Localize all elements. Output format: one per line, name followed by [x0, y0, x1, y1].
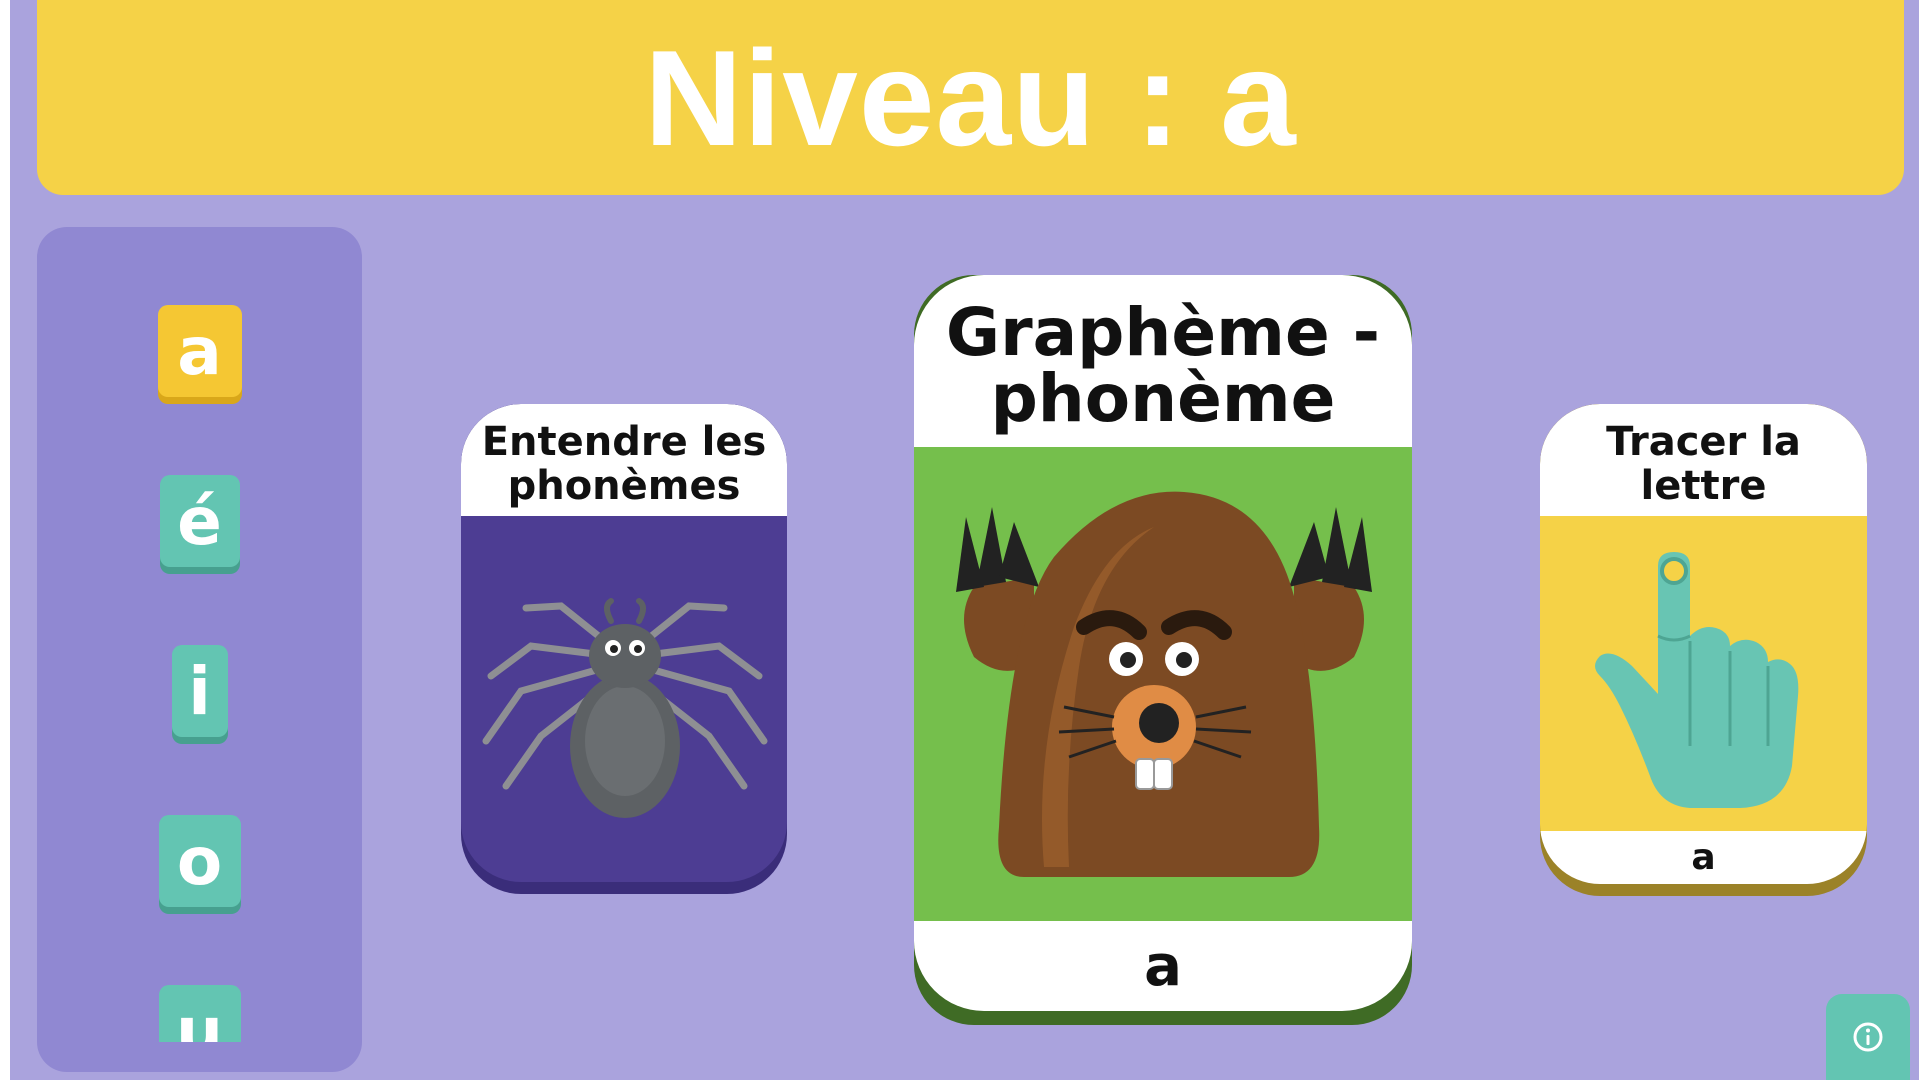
card-title-line1: Tracer la [1606, 419, 1801, 465]
activity-card-trace-letter[interactable]: Tracer la lettre a [1540, 404, 1867, 896]
left-edge-strip [0, 0, 10, 1080]
mole-character-icon [914, 447, 1412, 921]
level-tile-a[interactable]: a [157, 305, 242, 397]
card-title: Graphème - phonème [914, 275, 1412, 447]
info-icon [1853, 1022, 1883, 1052]
activity-card-hear-phonemes[interactable]: Entendre les phonèmes [461, 404, 787, 894]
level-tile-u[interactable]: u [158, 985, 241, 1042]
card-title-line1: Graphème - [945, 294, 1381, 371]
level-list-scroll[interactable]: a é i o u [37, 227, 362, 1042]
card-title: Tracer la lettre [1540, 404, 1867, 516]
card-title-line2: phonème [990, 360, 1336, 437]
spider-icon [461, 516, 787, 882]
level-list-panel[interactable]: a é i o u [37, 227, 362, 1072]
activity-card-grapheme-phoneme[interactable]: Graphème - phonème a [914, 275, 1412, 1025]
level-tile-o[interactable]: o [158, 815, 241, 907]
level-header: Niveau : a [37, 0, 1904, 195]
card-letter: a [1540, 831, 1867, 884]
level-tile-i[interactable]: i [171, 645, 228, 737]
card-title-line1: Entendre les [481, 419, 767, 465]
card-title: Entendre les phonèmes [461, 404, 787, 516]
pointing-hand-icon [1540, 516, 1867, 831]
card-title-line2: lettre [1640, 463, 1767, 509]
page-title: Niveau : a [644, 21, 1297, 174]
card-letter: a [914, 921, 1412, 1011]
info-button[interactable] [1826, 994, 1910, 1080]
card-title-line2: phonèmes [507, 463, 741, 509]
level-tile-e-acute[interactable]: é [159, 475, 240, 567]
